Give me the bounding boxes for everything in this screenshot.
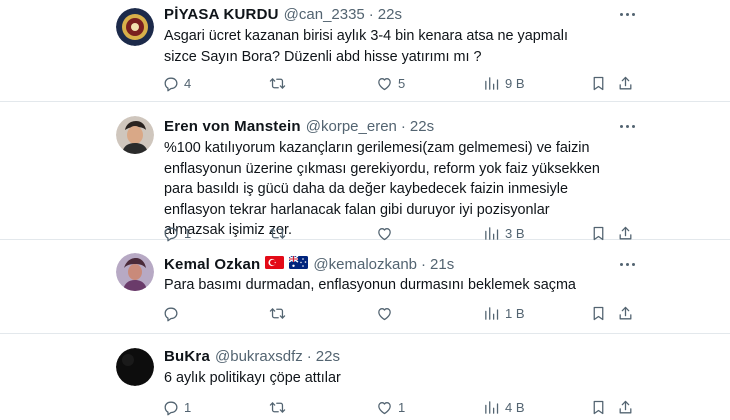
retweet-icon	[269, 77, 286, 89]
tweet-text: 6 aylık politikayı çöpe attılar	[164, 370, 341, 386]
retweet-button[interactable]	[269, 397, 291, 417]
tweet[interactable]: Eren von Manstein @korpe_eren · 22s %100…	[0, 102, 730, 241]
user-handle[interactable]: @korpe_eren	[306, 118, 397, 135]
views-count: 4 B	[505, 399, 525, 415]
timestamp[interactable]: 22s	[410, 118, 434, 135]
more-icon[interactable]	[616, 7, 638, 21]
share-button[interactable]	[617, 73, 634, 93]
like-icon	[378, 401, 391, 414]
avatar[interactable]	[116, 8, 154, 46]
reply-button[interactable]: 1	[162, 397, 191, 417]
reply-button[interactable]	[162, 303, 184, 323]
views-button[interactable]: 4 B	[483, 397, 525, 417]
display-name[interactable]: BuKra	[164, 348, 210, 365]
reply-button[interactable]: 4	[162, 73, 191, 93]
views-count: 3 B	[505, 225, 525, 241]
reply-icon	[164, 401, 178, 415]
action-bar: 1 1 4 B	[162, 397, 632, 417]
views-button[interactable]: 1 B	[483, 303, 525, 323]
bookmark-icon	[593, 306, 604, 320]
avatar[interactable]	[116, 253, 154, 291]
like-icon	[378, 227, 391, 240]
reply-icon	[164, 77, 178, 91]
timestamp[interactable]: 22s	[316, 348, 340, 365]
reply-icon	[164, 227, 178, 241]
separator-dot: ·	[400, 117, 406, 135]
tweet-text: Asgari ücret kazanan birisi aylık 3-4 bi…	[164, 28, 568, 65]
tweet[interactable]: PİYASA KURDU @can_2335 · 22s Asgari ücre…	[0, 0, 730, 102]
share-icon	[619, 76, 632, 89]
separator-dot: ·	[421, 255, 427, 273]
tweet[interactable]: BuKra @bukraxsdfz · 22s 6 aylık politika…	[0, 334, 730, 420]
reply-feed: PİYASA KURDU @can_2335 · 22s Asgari ücre…	[0, 0, 730, 420]
like-button[interactable]: 1	[376, 397, 405, 417]
display-name[interactable]: Kemal Ozkan	[164, 256, 260, 273]
bookmark-icon	[593, 226, 604, 240]
share-icon	[619, 306, 632, 319]
like-count: 1	[398, 399, 406, 415]
reply-icon	[164, 307, 178, 321]
reply-count: 4	[184, 75, 192, 91]
views-icon	[485, 76, 499, 90]
views-icon	[485, 306, 499, 320]
user-handle[interactable]: @bukraxsdfz	[215, 348, 303, 365]
separator-dot: ·	[368, 5, 374, 23]
share-icon	[619, 226, 632, 239]
views-count: 9 B	[505, 75, 525, 91]
retweet-button[interactable]	[269, 303, 291, 323]
more-icon[interactable]	[616, 257, 638, 271]
action-bar: 1 B	[162, 303, 632, 323]
timestamp[interactable]: 22s	[378, 6, 402, 23]
like-icon	[378, 307, 391, 320]
avatar[interactable]	[116, 116, 154, 154]
timestamp[interactable]: 21s	[430, 256, 454, 273]
bookmark-button[interactable]	[590, 397, 607, 417]
display-name[interactable]: Eren von Manstein	[164, 118, 301, 135]
bookmark-icon	[593, 400, 604, 414]
bookmark-button[interactable]	[590, 73, 607, 93]
retweet-button[interactable]	[269, 73, 291, 93]
share-button[interactable]	[617, 397, 634, 417]
retweet-icon	[269, 227, 286, 239]
share-button[interactable]	[617, 303, 634, 323]
bookmark-icon	[593, 76, 604, 90]
separator-dot: ·	[306, 347, 312, 365]
views-button[interactable]: 9 B	[483, 73, 525, 93]
retweet-icon	[269, 307, 286, 319]
display-name[interactable]: PİYASA KURDU	[164, 6, 279, 23]
tweet[interactable]: Kemal Ozkan @kemalozkanb · 21s Para bası…	[0, 240, 730, 334]
action-bar: 4 5 9 B	[162, 73, 632, 93]
like-button[interactable]	[376, 303, 398, 323]
share-icon	[619, 400, 632, 413]
reply-count: 1	[184, 225, 192, 241]
turkey-flag-icon	[265, 255, 285, 273]
user-handle[interactable]: @kemalozkanb	[313, 256, 417, 273]
bookmark-button[interactable]	[590, 303, 607, 323]
like-icon	[378, 77, 391, 90]
tweet-text: Para basımı durmadan, enflasyonun durmas…	[164, 277, 576, 293]
australia-flag-icon	[289, 254, 309, 273]
user-handle[interactable]: @can_2335	[284, 6, 365, 23]
views-icon	[485, 400, 499, 414]
retweet-icon	[269, 401, 286, 413]
views-count: 1 B	[505, 305, 525, 321]
like-count: 5	[398, 75, 406, 91]
avatar[interactable]	[116, 348, 154, 386]
like-button[interactable]: 5	[376, 73, 405, 93]
reply-count: 1	[184, 399, 192, 415]
views-icon	[485, 226, 499, 240]
more-icon[interactable]	[616, 119, 638, 133]
